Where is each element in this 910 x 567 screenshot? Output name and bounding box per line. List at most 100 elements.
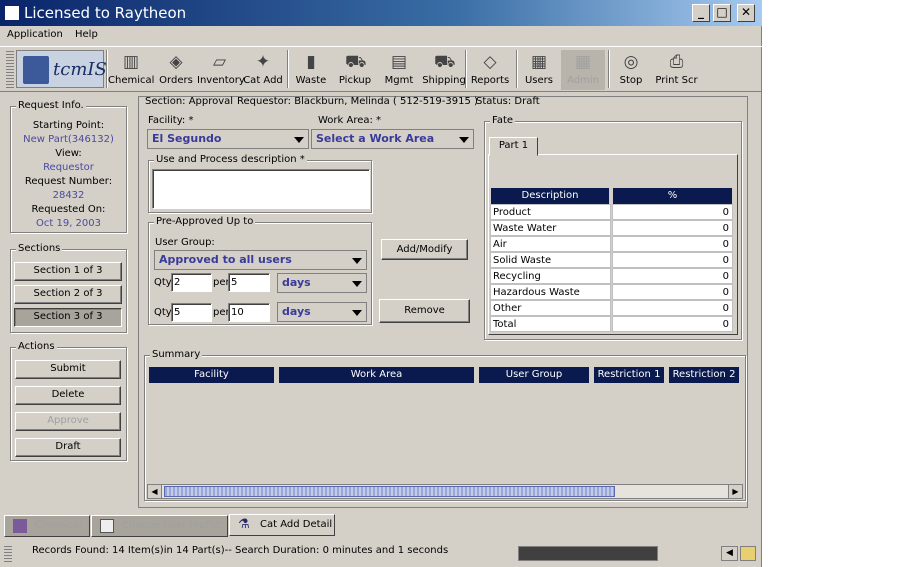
fate-percent-cell[interactable]: 0: [612, 316, 733, 332]
toolbar-inventory-button[interactable]: ▱ Inventory: [197, 50, 245, 90]
fate-description-cell: Product: [490, 204, 611, 220]
scroll-left-icon[interactable]: ◀: [148, 485, 162, 498]
request-info-panel: Request Info. Starting Point: New Part(3…: [10, 100, 127, 233]
per-input-2[interactable]: 10: [228, 303, 270, 322]
period-unit-select-2[interactable]: days: [277, 302, 367, 322]
toolbar-label: Inventory: [197, 75, 245, 86]
fate-description-cell: Hazardous Waste: [490, 284, 611, 300]
fate-col-description: Description: [491, 188, 609, 204]
fate-percent-cell[interactable]: 0: [612, 236, 733, 252]
chevron-down-icon: [294, 137, 304, 143]
toolbar-admin-button[interactable]: ▦ Admin: [561, 50, 605, 90]
summary-col-restriction-1[interactable]: Restriction 1: [594, 367, 664, 383]
work-area-select[interactable]: Select a Work Area: [311, 129, 474, 149]
bottom-tab-cat-add-detail[interactable]: ⚗ Cat Add Detail: [229, 514, 335, 536]
toolbar-label: Orders: [159, 75, 193, 86]
toolbar-label: Reports: [470, 75, 510, 86]
per-input-1[interactable]: 5: [228, 273, 270, 292]
toolbar-mgmt-button[interactable]: ▤ Mgmt: [382, 50, 416, 90]
starting-point-value: New Part(346132): [23, 134, 114, 145]
toolbar-stop-button[interactable]: ◎ Stop: [612, 50, 650, 90]
toolbar-pickup-button[interactable]: ⛟ Pickup: [336, 50, 374, 90]
toolbar-grip[interactable]: [6, 50, 14, 88]
toolbar-label: Mgmt: [384, 75, 414, 86]
requestor-header: Requestor: Blackburn, Melinda ( 512-519-…: [237, 96, 478, 107]
profile-tab-icon: [100, 519, 114, 533]
tab-part-1[interactable]: Part 1: [489, 137, 538, 156]
toolbar-reports-button[interactable]: ◇ Reports: [469, 50, 511, 90]
toolbar-shipping-button[interactable]: ⛟ Shipping: [421, 50, 467, 90]
application-window: Licensed to Raytheon _ □ ✕ Application H…: [0, 0, 762, 567]
toolbar-users-button[interactable]: ▦ Users: [520, 50, 558, 90]
fate-row[interactable]: Other 0: [490, 300, 733, 316]
toolbar-print-scr-button[interactable]: ⎙ Print Scr: [654, 50, 699, 90]
toolbar-orders-button[interactable]: ◈ Orders: [155, 50, 197, 90]
sound-icon[interactable]: ◀: [721, 546, 738, 561]
summary-horizontal-scrollbar[interactable]: ◀ ▶: [147, 484, 743, 499]
period-unit-value-1: days: [282, 276, 311, 289]
fate-percent-cell[interactable]: 0: [612, 300, 733, 316]
fate-row[interactable]: Air 0: [490, 236, 733, 252]
remove-button[interactable]: Remove: [379, 299, 470, 323]
minimize-button[interactable]: _: [692, 4, 710, 22]
fate-row[interactable]: Solid Waste 0: [490, 252, 733, 268]
section-3-button[interactable]: Section 3 of 3: [14, 308, 122, 327]
qty-input-2[interactable]: 5: [171, 303, 212, 322]
actions-legend: Actions: [16, 341, 57, 352]
summary-col-work-area[interactable]: Work Area: [279, 367, 474, 383]
toolbar-label: Stop: [619, 75, 643, 86]
mgmt-icon: ▤: [390, 52, 408, 72]
fate-description-cell: Solid Waste: [490, 252, 611, 268]
fate-percent-cell[interactable]: 0: [612, 204, 733, 220]
fate-row[interactable]: Total 0: [490, 316, 733, 332]
user-group-select[interactable]: Approved to all users: [154, 250, 367, 270]
stop-icon: ◎: [623, 52, 639, 72]
summary-col-facility[interactable]: Facility: [149, 367, 274, 383]
toolbar-separator: [465, 50, 467, 88]
fate-percent-cell[interactable]: 0: [612, 252, 733, 268]
toolbar-waste-button[interactable]: ▮ Waste: [292, 50, 330, 90]
toolbar-label: Cat Add: [243, 75, 283, 86]
menu-help[interactable]: Help: [75, 29, 98, 40]
scroll-right-icon[interactable]: ▶: [728, 485, 742, 498]
draft-button[interactable]: Draft: [15, 438, 121, 457]
summary-col-restriction-2[interactable]: Restriction 2: [669, 367, 739, 383]
bottom-tab-chemical[interactable]: Chemical: [4, 515, 90, 537]
reports-icon: ◇: [483, 52, 497, 72]
toolbar-separator: [106, 50, 108, 88]
facility-select[interactable]: El Segundo: [147, 129, 309, 149]
toolbar-separator: [608, 50, 610, 88]
fate-percent-cell[interactable]: 0: [612, 220, 733, 236]
delete-button[interactable]: Delete: [15, 386, 121, 405]
close-button[interactable]: ✕: [737, 4, 755, 22]
qty-label-2: Qty: [154, 307, 172, 318]
requested-on-value: Oct 19, 2003: [36, 218, 101, 229]
scrollbar-thumb[interactable]: [164, 486, 615, 497]
fate-row[interactable]: Hazardous Waste 0: [490, 284, 733, 300]
summary-col-user-group[interactable]: User Group: [479, 367, 589, 383]
fate-row[interactable]: Recycling 0: [490, 268, 733, 284]
toolbar-cat-add-button[interactable]: ✦ Cat Add: [242, 50, 284, 90]
app-icon: [4, 5, 20, 21]
fate-percent-cell[interactable]: 0: [612, 268, 733, 284]
section-1-button[interactable]: Section 1 of 3: [14, 262, 122, 281]
use-process-description-input[interactable]: [152, 169, 370, 209]
toolbar-chemical-button[interactable]: ▥ Chemical: [108, 50, 154, 90]
toolbar-label: Chemical: [108, 75, 155, 86]
fate-row[interactable]: Waste Water 0: [490, 220, 733, 236]
request-number-value: 28432: [52, 190, 85, 201]
bottom-tab-change-user-profile[interactable]: Change User Profile: [91, 515, 228, 537]
section-2-button[interactable]: Section 2 of 3: [14, 285, 122, 304]
add-modify-button[interactable]: Add/Modify: [381, 239, 468, 260]
fate-row[interactable]: Product 0: [490, 204, 733, 220]
menu-application[interactable]: Application: [7, 29, 63, 40]
approve-button[interactable]: Approve: [15, 412, 121, 431]
bottom-tab-profile-label: Change User Profile: [122, 520, 221, 531]
qty-input-1[interactable]: 2: [171, 273, 212, 292]
fate-percent-cell[interactable]: 0: [612, 284, 733, 300]
period-unit-select-1[interactable]: days: [277, 273, 367, 293]
maximize-button[interactable]: □: [713, 4, 731, 22]
chevron-down-icon: [352, 310, 362, 316]
submit-button[interactable]: Submit: [15, 360, 121, 379]
summary-legend: Summary: [150, 349, 203, 360]
